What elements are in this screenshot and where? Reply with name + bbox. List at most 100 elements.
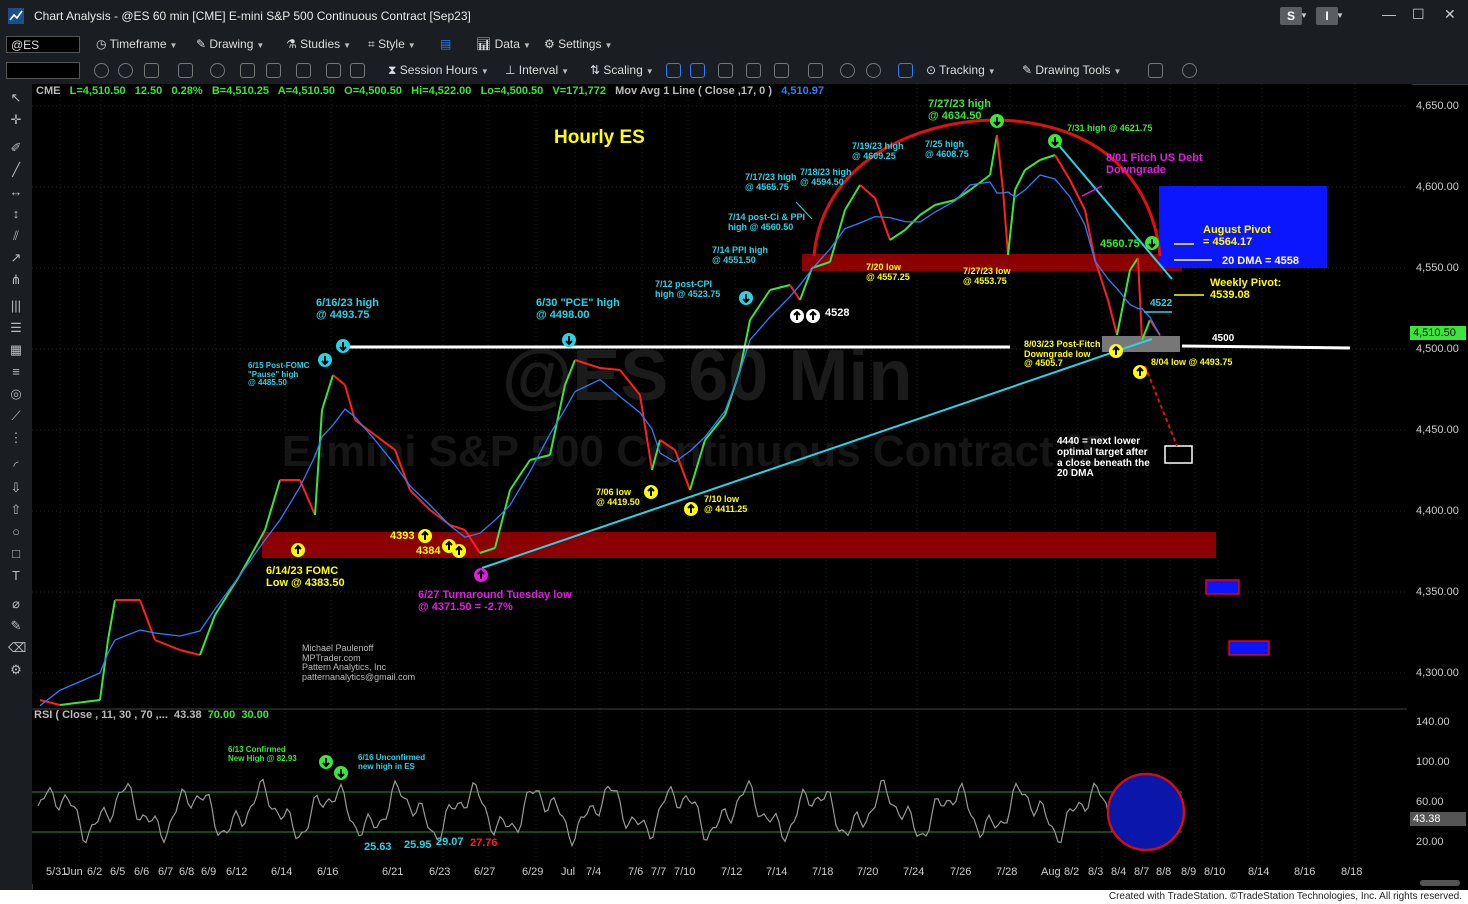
window-icon[interactable] [144,63,159,78]
annotation-4393: 4393 [390,530,415,542]
title-bar: Chart Analysis - @ES 60 min [CME] E-mini… [0,0,1468,33]
shrink-icon[interactable] [746,63,761,78]
horizontal-line-icon[interactable]: ↔ [8,184,24,200]
drawing-tools-label: Drawing Tools [1035,63,1111,77]
annotation-4522: 4522 [1150,298,1173,309]
annotation-804-low: 8/04 low @ 4493.75 [1151,357,1233,367]
zoom-window-icon[interactable] [178,63,193,78]
workspace-select[interactable] [6,62,80,79]
data-menu[interactable]: 📊︎ Data ▼ [476,37,531,51]
style-menu[interactable]: ⌗ Style ▼ [368,37,416,52]
tracking-menu[interactable]: ⊙ Tracking ▼ [926,63,996,77]
date-tick: 6/16 [317,866,339,878]
bid: B=4,510.25 [211,85,270,97]
settings-drawing-icon[interactable]: ⚙ [8,662,24,678]
annotation-720-low: 7/20 low @ 4557.25 [866,262,910,282]
time-icon[interactable]: ⋮ [8,430,24,446]
annotation-target-4440: 4440 = next lower optimal target after a… [1057,436,1150,480]
net-change: 12.50 [134,85,163,97]
zoom-in-icon[interactable] [840,63,855,78]
cycle-icon[interactable]: ◎ [8,386,24,402]
rectangle-icon[interactable]: □ [8,546,24,562]
chart-area[interactable]: @ES 60 Min E-mini S&P 500 Continuous Con… [32,84,1412,884]
arc-icon[interactable]: ◜ [8,458,24,474]
text-icon[interactable]: T [8,568,24,584]
fib-icon[interactable]: ||| [8,298,24,314]
format-icon[interactable]: ✎ [8,618,24,634]
close-icon[interactable]: ✕ [1444,6,1456,23]
bars-icon[interactable] [326,63,341,78]
horizontal-scrollbar[interactable] [1420,880,1460,886]
arrow-up-icon[interactable]: ⇧ [8,502,24,518]
settings-window-icon[interactable] [350,63,365,78]
scaling-menu[interactable]: ⇅ Scaling ▼ [590,63,654,77]
pct-change: 0.28% [171,85,203,97]
drawing-menu[interactable]: ✎ Drawing ▼ [196,37,264,51]
annotation-710-low: 7/10 low @ 4411.25 [704,494,748,514]
drawing-tools-menu[interactable]: ✎ Drawing Tools ▼ [1022,63,1121,77]
crosshair-icon[interactable]: ✛ [8,112,24,128]
grid-toggle-icon[interactable] [898,63,913,78]
trendline-icon[interactable]: ╱ [8,162,24,178]
annotation-718-high: 7/18/23 high @ 4594.50 [800,167,852,187]
minimize-icon[interactable]: — [1382,6,1396,22]
date-tick: 7/12 [721,866,743,878]
date-tick: 6/8 [179,866,195,878]
annotation-630-high: 6/30 "PCE" high @ 4498.00 [536,297,620,321]
chevron-down-icon[interactable]: ▼ [1336,11,1344,20]
scaling-icon: ⇅ [590,63,604,77]
symbol-link-button[interactable]: S [1280,7,1302,25]
fan-icon[interactable]: ⟋ [8,408,24,424]
ellipse-icon[interactable]: ○ [8,524,24,540]
timeframe-label: Timeframe [109,37,167,51]
date-tick: 6/2 [87,866,103,878]
info-button[interactable]: I [1316,7,1338,25]
remove-drawings-icon[interactable]: ⌫ [8,640,26,656]
export-icon[interactable] [1148,63,1163,78]
camera-icon[interactable] [210,63,225,78]
speed-lines-icon[interactable]: ≡ [8,364,24,380]
channel-icon[interactable]: ⫽ [8,228,24,244]
expand-icon[interactable] [718,63,733,78]
levels-icon[interactable]: ☰ [8,320,24,336]
volume: V=171,772 [552,85,606,97]
fit-icon[interactable] [774,63,789,78]
session-hours-menu[interactable]: ⧗ Session Hours ▼ [388,63,489,78]
bar-spacing-icon[interactable] [666,63,681,78]
date-tick: 8/7 [1134,866,1150,878]
vertical-line-icon[interactable]: ↕ [8,206,24,222]
arrow-down-icon[interactable]: ⇩ [8,480,24,496]
zoom-out-icon[interactable] [866,63,881,78]
symbol-input[interactable]: @ES [6,36,80,53]
chevron-down-icon[interactable]: ▼ [1300,11,1308,20]
annotation-717-high: 7/17/23 high @ 4565.75 [745,172,797,192]
image-icon[interactable] [240,63,255,78]
brush-icon[interactable]: ✐ [8,140,24,156]
settings-menu[interactable]: ⚙ Settings ▼ [544,37,612,51]
high: Hi=4,522.00 [411,85,472,97]
price-tick: 4,450.00 [1416,424,1459,436]
layout-button[interactable]: ▤ [440,37,451,51]
panel-icon[interactable] [808,63,823,78]
bar-chart-icon: 📊︎ [476,37,495,51]
annotation-731-high: 7/31 high @ 4621.75 [1067,123,1153,133]
interval-menu[interactable]: ⊥ Interval ▼ [505,63,569,77]
grid-icon[interactable] [296,63,311,78]
eraser-icon[interactable]: ⌀ [8,596,24,612]
sync-icon[interactable] [118,63,133,78]
pointer-icon[interactable]: ↖ [8,90,24,106]
timeframe-menu[interactable]: ◷ Timeframe ▼ [96,37,177,51]
rsi-tick: 60.00 [1416,796,1444,808]
date-tick: Aug [1041,866,1061,878]
annotation-4560: 4560.75 [1100,238,1140,250]
studies-menu[interactable]: ⚗ Studies ▼ [286,37,351,51]
gann-icon[interactable]: ▦ [8,342,24,358]
chart-type-icon[interactable] [266,63,281,78]
compress-icon[interactable] [690,63,705,78]
maximize-icon[interactable]: ☐ [1412,6,1425,23]
ray-icon[interactable]: ↗ [8,250,24,266]
refresh-icon[interactable] [94,63,109,78]
pitchfork-icon[interactable]: ⋔ [8,272,24,288]
chart-header: CME L=4,510.50 12.50 0.28% B=4,510.25 A=… [36,85,824,97]
chat-icon[interactable] [1182,63,1197,78]
